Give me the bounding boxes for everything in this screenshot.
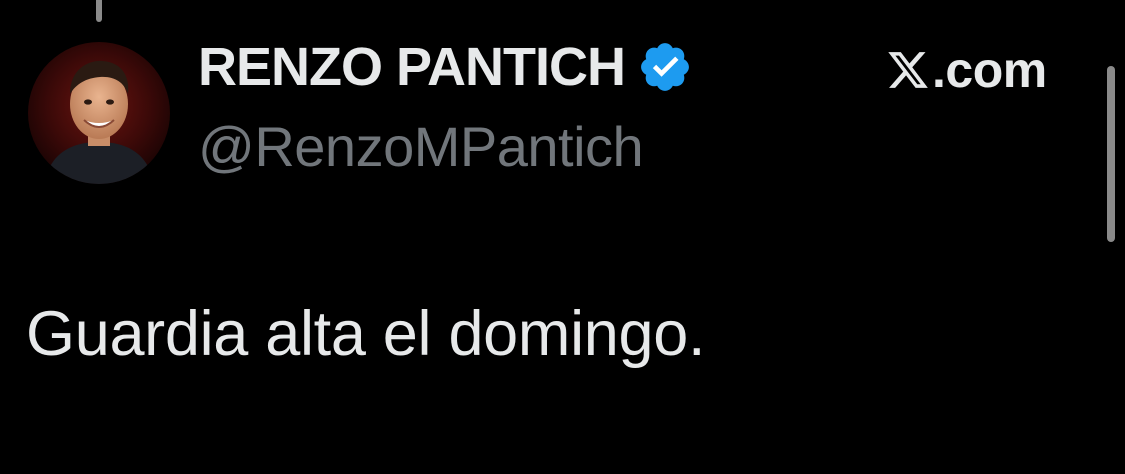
author-display-name[interactable]: RENZO PANTICH <box>198 36 626 98</box>
scrollbar-thumb[interactable] <box>1107 66 1115 242</box>
brand-domain-text: .com <box>932 42 1047 98</box>
top-tick-mark <box>96 0 102 22</box>
user-avatar-photo <box>28 42 170 184</box>
verified-badge-icon <box>637 39 693 95</box>
x-logo-icon <box>886 48 930 92</box>
author-name-row[interactable]: RENZO PANTICH <box>198 34 693 100</box>
avatar[interactable] <box>28 42 170 184</box>
author-handle[interactable]: @RenzoMPantich <box>198 114 644 179</box>
brand-watermark: .com <box>886 40 1047 100</box>
tweet-text: Guardia alta el domingo. <box>26 299 706 369</box>
